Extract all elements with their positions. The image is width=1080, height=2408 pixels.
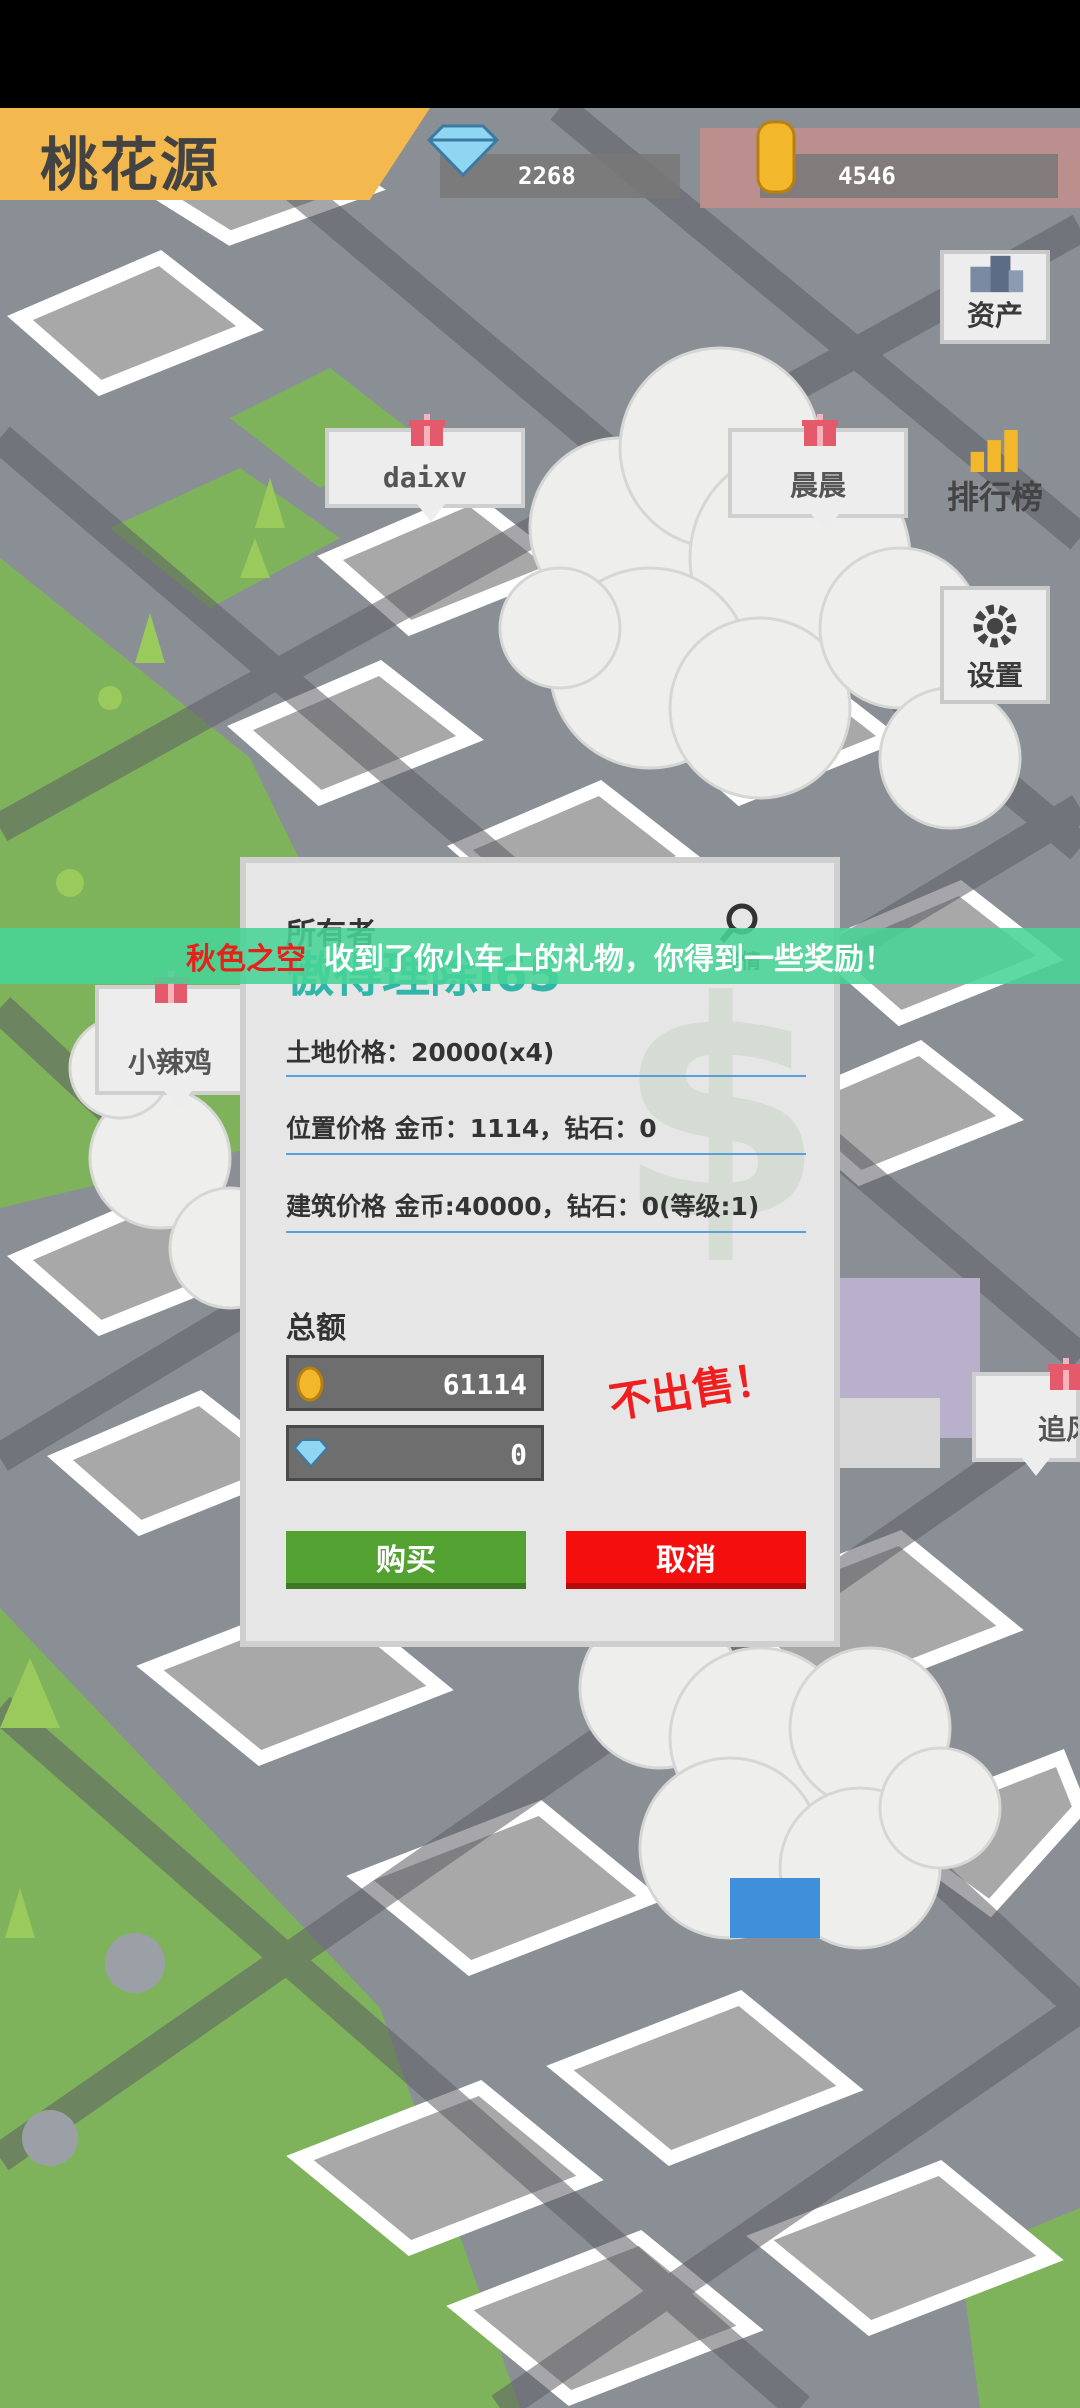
divider [286,1153,806,1155]
gift-icon [800,408,840,448]
notification-sender: 秋色之空 [186,942,306,977]
diamond-icon [293,1439,329,1468]
buildings-icon [970,255,1024,293]
player-bubble[interactable]: 晨晨 [728,414,908,532]
cancel-button[interactable]: 取消 [566,1531,806,1589]
settings-label: 设置 [966,659,1023,692]
diamond-icon [425,120,501,180]
player-name: 晨晨 [789,469,846,502]
total-diamonds-bar: 0 [286,1425,544,1481]
assets-button[interactable]: 资产 [940,250,1050,344]
gift-icon [407,408,447,448]
coin-count: 4546 [838,162,896,190]
player-name: 追风 [1038,1413,1078,1446]
leaderboard-button[interactable]: 排行榜 [940,430,1050,524]
city-name-banner: 桃花源 [0,108,430,200]
settings-button[interactable]: 设置 [940,586,1050,704]
player-name: 小辣鸡 [127,1046,212,1079]
coin-icon [296,1366,324,1402]
bar-chart-icon [970,430,1018,472]
buy-button[interactable]: 购买 [286,1531,526,1589]
player-name: daixv [382,461,468,494]
gift-icon [1046,1352,1080,1392]
building-price: 建筑价格 金币:40000，钻石：0(等级:1) [286,1192,760,1221]
assets-label: 资产 [966,299,1023,332]
total-label: 总额 [286,1311,346,1346]
notification-message: 收到了你小车上的礼物，你得到一些奖励！ [324,942,894,977]
player-bubble[interactable]: 追风 [972,1358,1080,1476]
location-price: 位置价格 金币：1114，钻石：0 [286,1114,657,1143]
divider [286,1231,806,1233]
gift-notification: 秋色之空 收到了你小车上的礼物，你得到一些奖励！ [0,928,1080,984]
total-coins: 61114 [442,1368,527,1401]
gear-icon [973,604,1017,648]
city-name: 桃花源 [40,131,221,199]
player-bubble[interactable]: daixv [325,414,525,522]
leaderboard-label: 排行榜 [946,478,1043,516]
coin-stack-icon [748,112,804,202]
not-for-sale-label: 不出售！ [605,1353,780,1428]
divider [286,1075,806,1077]
player-bubble[interactable]: 小辣鸡 [95,971,245,1109]
coin-counter [760,154,1058,198]
total-coins-bar: 61114 [286,1355,544,1411]
total-diamonds: 0 [510,1438,527,1471]
land-price: 土地价格：20000(x4) [286,1038,555,1067]
diamond-count: 2268 [518,162,576,190]
